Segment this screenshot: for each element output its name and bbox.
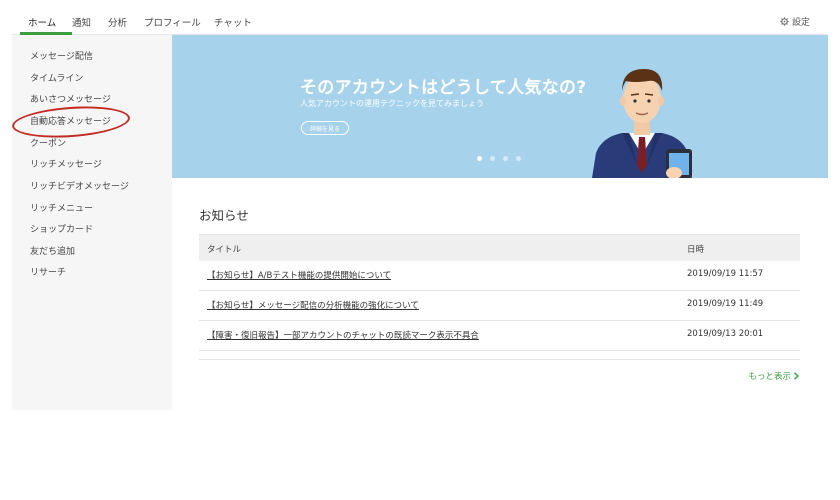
notice-date: 2019/09/19 11:49 (687, 299, 764, 309)
notice-link[interactable]: 【障害・復旧報告】一部アカウントのチャットの既読マーク表示不具合 (207, 329, 479, 341)
settings-label: 設定 (791, 18, 810, 28)
sidebar-item-auto-reply-message[interactable]: 自動応答メッセージ (30, 114, 111, 127)
sidebar: メッセージ配信 タイムライン あいさつメッセージ 自動応答メッセージ クーポン … (11, 35, 172, 410)
chevron-right-icon (794, 372, 800, 380)
sidebar-item-research[interactable]: リサーチ (30, 265, 66, 278)
tab-home[interactable]: ホーム (28, 15, 56, 29)
carousel-dot-4[interactable] (516, 156, 521, 161)
sidebar-item-add-friends[interactable]: 友だち追加 (30, 244, 75, 257)
tab-chat[interactable]: チャット (214, 15, 252, 29)
carousel-dots (477, 156, 521, 161)
show-more-label: もっと表示 (748, 372, 791, 382)
column-header-date: 日時 (687, 245, 705, 255)
settings-button[interactable]: 設定 (780, 15, 810, 28)
table-divider (199, 351, 800, 360)
sidebar-item-rich-video-message[interactable]: リッチビデオメッセージ (30, 179, 129, 192)
notice-date: 2019/09/19 11:57 (687, 269, 764, 279)
businessman-illustration (592, 69, 692, 178)
tab-analytics[interactable]: 分析 (108, 15, 127, 29)
sidebar-item-rich-menu[interactable]: リッチメニュー (30, 201, 93, 214)
sidebar-item-timeline[interactable]: タイムライン (30, 71, 83, 84)
sidebar-item-greeting-message[interactable]: あいさつメッセージ (30, 92, 111, 105)
carousel-dot-2[interactable] (490, 156, 495, 161)
carousel-dot-1[interactable] (477, 156, 482, 161)
notice-link[interactable]: 【お知らせ】メッセージ配信の分析機能の強化について (207, 299, 419, 311)
sidebar-item-coupon[interactable]: クーポン (30, 136, 66, 149)
tab-profile[interactable]: プロフィール (144, 15, 201, 29)
table-row: 【お知らせ】メッセージ配信の分析機能の強化について 2019/09/19 11:… (199, 291, 800, 321)
sidebar-item-message-delivery[interactable]: メッセージ配信 (30, 49, 93, 62)
tab-notifications[interactable]: 通知 (72, 15, 91, 29)
sidebar-item-shop-card[interactable]: ショップカード (30, 222, 93, 235)
notices-heading: お知らせ (199, 208, 249, 223)
table-row: 【お知らせ】A/Bテスト機能の提供開始について 2019/09/19 11:57 (199, 261, 800, 291)
top-nav: ホーム 通知 分析 プロフィール チャット 設定 (12, 9, 828, 35)
banner-detail-button[interactable]: 詳細を見る (301, 121, 349, 135)
sidebar-item-rich-message[interactable]: リッチメッセージ (30, 157, 102, 170)
table-row: 【障害・復旧報告】一部アカウントのチャットの既読マーク表示不具合 2019/09… (199, 321, 800, 351)
table-header: タイトル 日時 (199, 234, 800, 261)
promo-banner[interactable]: そのアカウントはどうして人気なの? 人気アカウントの運用テクニックを見てみましょ… (172, 35, 828, 178)
show-more-link[interactable]: もっと表示 (748, 370, 800, 382)
banner-subtext: 人気アカウントの運用テクニックを見てみましょう (300, 99, 484, 108)
gear-icon (780, 17, 789, 26)
notice-date: 2019/09/13 20:01 (687, 329, 764, 339)
column-header-title: タイトル (207, 245, 242, 255)
banner-headline: そのアカウントはどうして人気なの? (300, 78, 587, 98)
carousel-dot-3[interactable] (503, 156, 508, 161)
notice-link[interactable]: 【お知らせ】A/Bテスト機能の提供開始について (207, 269, 391, 281)
notices-table: タイトル 日時 【お知らせ】A/Bテスト機能の提供開始について 2019/09/… (199, 234, 800, 360)
